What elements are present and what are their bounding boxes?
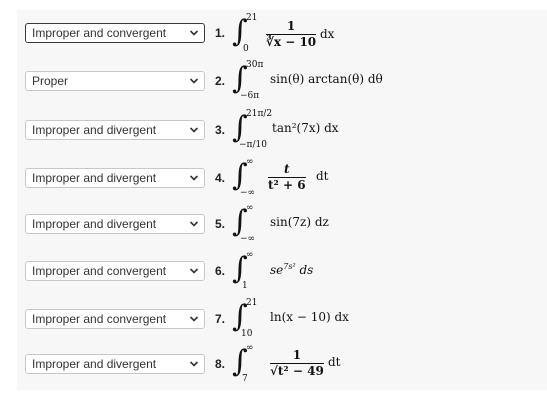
classification-select-7[interactable]: Improper and convergent <box>25 309 205 329</box>
denominator: ∛x − 10 <box>266 35 317 49</box>
integrand: sin(θ) arctan(θ) dθ <box>270 72 383 86</box>
lower-limit: −∞ <box>240 234 256 244</box>
select-value: Improper and convergent <box>32 26 167 40</box>
upper-limit: ∞ <box>246 343 254 353</box>
chevron-down-icon <box>189 175 199 181</box>
chevron-down-icon <box>189 30 199 36</box>
select-value: Improper and divergent <box>32 357 157 371</box>
denominator: t² + 6 <box>268 178 306 192</box>
differential: dt <box>328 355 341 369</box>
chevron-down-icon <box>189 78 199 84</box>
lower-limit: 0 <box>243 44 249 54</box>
upper-limit: ∞ <box>246 157 254 167</box>
upper-limit: 21 <box>246 298 258 308</box>
classification-select-6[interactable]: Improper and convergent <box>25 261 205 281</box>
chevron-down-icon <box>189 221 199 227</box>
upper-limit: ∞ <box>246 203 254 213</box>
lower-limit: 7 <box>242 374 248 384</box>
classification-select-8[interactable]: Improper and divergent <box>25 354 205 374</box>
problem-number: 2. <box>215 74 226 88</box>
numerator: 1 <box>292 348 302 362</box>
select-value: Improper and convergent <box>32 264 167 278</box>
select-value: Improper and divergent <box>32 171 157 185</box>
problem-number: 1. <box>215 26 226 40</box>
select-value: Improper and convergent <box>32 312 167 326</box>
fraction: 1 √t² − 49 <box>270 349 324 378</box>
select-value: Proper <box>32 74 69 88</box>
classification-select-2[interactable]: Proper <box>25 71 205 91</box>
select-value: Improper and divergent <box>32 123 157 137</box>
integrand: se7s² ds <box>270 262 313 277</box>
lower-limit: −6π <box>240 91 260 101</box>
chevron-down-icon <box>189 316 199 322</box>
classification-select-4[interactable]: Improper and divergent <box>25 168 205 188</box>
denominator: √t² − 49 <box>270 364 324 378</box>
classification-select-3[interactable]: Improper and divergent <box>25 120 205 140</box>
numerator: t <box>284 162 290 176</box>
problem-number: 6. <box>215 264 226 278</box>
integrand-exponent: 7s² <box>283 262 296 271</box>
chevron-down-icon <box>189 127 199 133</box>
classification-select-1[interactable]: Improper and convergent <box>25 23 205 43</box>
lower-limit: −π/10 <box>239 140 267 150</box>
chevron-down-icon <box>189 268 199 274</box>
problem-number: 7. <box>215 312 226 326</box>
integrand: ln(x − 10) dx <box>270 310 349 324</box>
integrand-base: se <box>270 263 284 277</box>
chevron-down-icon <box>189 361 199 367</box>
lower-limit: 10 <box>241 329 253 339</box>
select-value: Improper and divergent <box>32 217 157 231</box>
differential: ds <box>295 263 314 277</box>
lower-limit: −∞ <box>240 188 256 198</box>
differential: dt <box>316 169 329 183</box>
problems-panel: Improper and convergent 1. ∫ 21 0 1 ∛x −… <box>17 10 547 390</box>
differential: dx <box>320 27 335 41</box>
fraction: 1 ∛x − 10 <box>266 19 317 49</box>
problem-number: 3. <box>215 123 226 137</box>
numerator: 1 <box>286 19 296 33</box>
upper-limit: 21π/2 <box>246 109 273 119</box>
integrand: tan²(7x) dx <box>272 121 339 135</box>
upper-limit: 30π <box>246 60 264 70</box>
upper-limit: ∞ <box>246 250 254 260</box>
problem-number: 4. <box>215 171 226 185</box>
lower-limit: 1 <box>242 281 248 291</box>
problem-number: 8. <box>215 357 226 371</box>
upper-limit: 21 <box>246 13 258 23</box>
fraction: t t² + 6 <box>268 163 306 192</box>
problem-number: 5. <box>215 217 226 231</box>
classification-select-5[interactable]: Improper and divergent <box>25 214 205 234</box>
integrand: sin(7z) dz <box>270 215 329 229</box>
